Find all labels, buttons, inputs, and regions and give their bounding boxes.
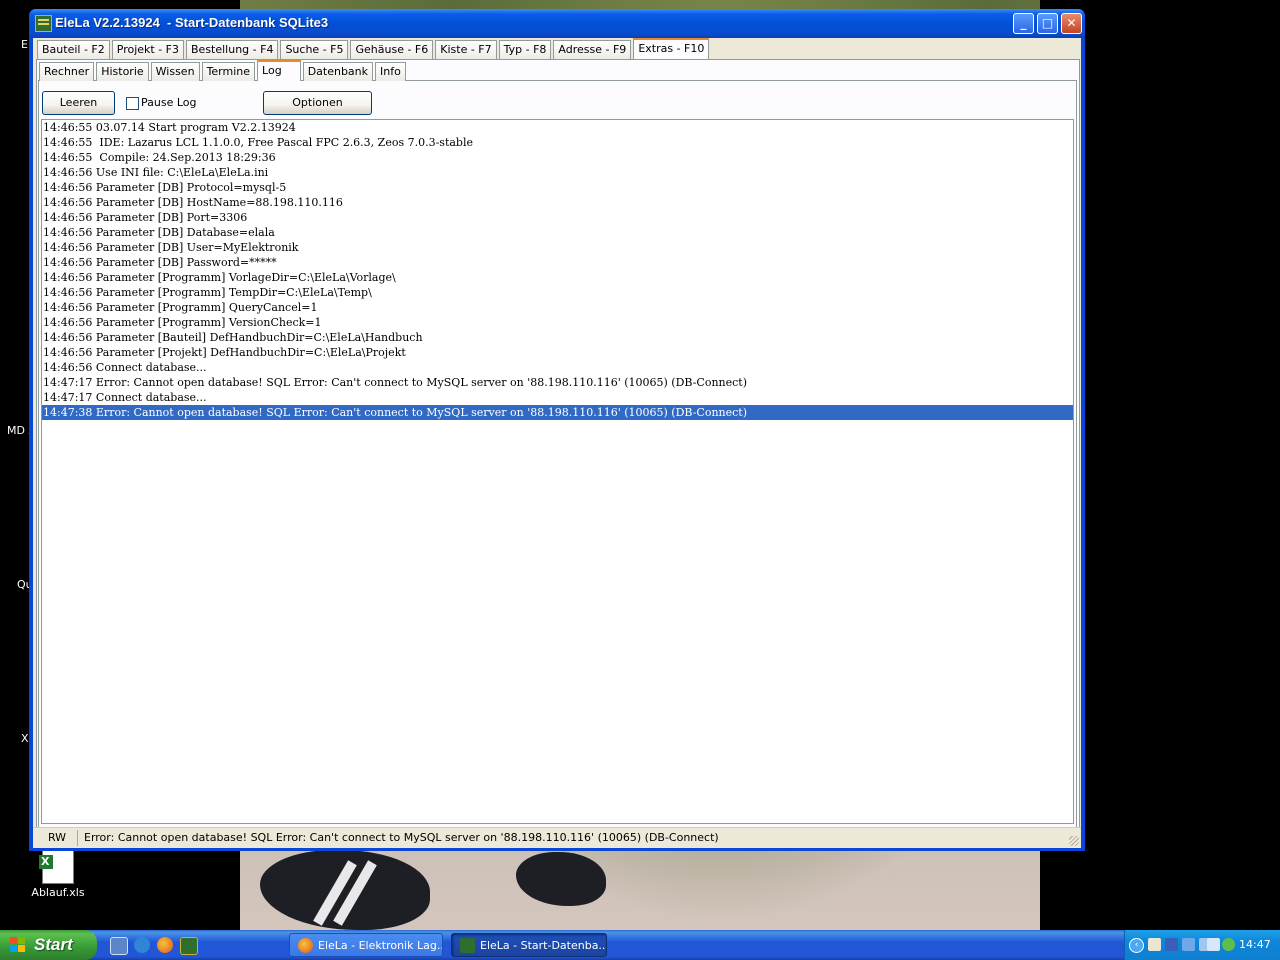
clock[interactable]: 14:47: [1239, 930, 1271, 960]
tab-log[interactable]: Log: [257, 60, 301, 81]
system-tray: ‹ 14:47: [1124, 930, 1280, 960]
tray-expand-icon[interactable]: ‹: [1129, 938, 1144, 953]
status-mode: RW: [37, 830, 78, 846]
log-line[interactable]: 14:46:56 Parameter [Projekt] DefHandbuch…: [42, 345, 1073, 360]
resize-grip[interactable]: [1069, 836, 1079, 846]
mail-tray-icon[interactable]: [1148, 938, 1161, 951]
window-client-area: Bauteil - F2 Projekt - F3 Bestellung - F…: [33, 38, 1081, 848]
user-tray-icon[interactable]: [1165, 938, 1178, 951]
tab-projekt[interactable]: Projekt - F3: [111, 40, 184, 59]
log-line[interactable]: 14:46:56 Use INI file: C:\EleLa\EleLa.in…: [42, 165, 1073, 180]
close-button[interactable]: ✕: [1061, 13, 1082, 34]
download-tray-icon[interactable]: [1182, 938, 1195, 951]
tab-bestellung[interactable]: Bestellung - F4: [186, 40, 279, 59]
tab-historie[interactable]: Historie: [96, 62, 149, 81]
tab-gehaeuse[interactable]: Gehäuse - F6: [350, 40, 434, 59]
tab-suche[interactable]: Suche - F5: [280, 40, 349, 59]
pause-log-checkbox[interactable]: [126, 97, 139, 110]
log-line[interactable]: 14:46:55 03.07.14 Start program V2.2.139…: [42, 120, 1073, 135]
maximize-button[interactable]: □: [1037, 13, 1058, 34]
start-button[interactable]: Start: [0, 930, 97, 960]
log-line[interactable]: 14:46:56 Parameter [Programm] TempDir=C:…: [42, 285, 1073, 300]
log-line[interactable]: 14:46:56 Parameter [Programm] QueryCance…: [42, 300, 1073, 315]
tab-info[interactable]: Info: [375, 62, 406, 81]
minimize-button[interactable]: _: [1013, 13, 1034, 34]
taskbar: Start EleLa - Elektronik Lag... EleLa - …: [0, 930, 1280, 960]
outlook-icon[interactable]: [110, 937, 128, 955]
taskbar-button-label: EleLa - Start-Datenba...: [480, 939, 607, 952]
log-line[interactable]: 14:47:17 Connect database...: [42, 390, 1073, 405]
main-tab-strip: Bauteil - F2 Projekt - F3 Bestellung - F…: [37, 38, 711, 59]
log-line[interactable]: 14:46:55 Compile: 24.Sep.2013 18:29:36: [42, 150, 1073, 165]
elela-icon[interactable]: [180, 937, 198, 955]
title-bar[interactable]: EleLa V2.2.13924 - Start-Datenbank SQLit…: [29, 9, 1085, 38]
log-line[interactable]: 14:46:56 Parameter [Programm] VersionChe…: [42, 315, 1073, 330]
log-line[interactable]: 14:46:55 IDE: Lazarus LCL 1.1.0.0, Free …: [42, 135, 1073, 150]
desktop-icon-label: Ablauf.xls: [31, 886, 85, 899]
log-line[interactable]: 14:46:56 Parameter [DB] Password=*****: [42, 255, 1073, 270]
tab-wissen[interactable]: Wissen: [150, 62, 200, 81]
tab-rechner[interactable]: Rechner: [39, 62, 95, 81]
log-line[interactable]: 14:47:17 Error: Cannot open database! SQ…: [42, 375, 1073, 390]
wallpaper-shoe-right: [516, 852, 606, 906]
log-line[interactable]: 14:46:56 Parameter [Programm] VorlageDir…: [42, 270, 1073, 285]
clear-log-button[interactable]: Leeren: [42, 91, 115, 115]
tab-kiste[interactable]: Kiste - F7: [435, 40, 497, 59]
desktop-label-fragment: E: [21, 38, 28, 51]
firefox-icon[interactable]: [157, 937, 173, 953]
firefox-icon: [298, 938, 313, 953]
tab-termine[interactable]: Termine: [201, 62, 256, 81]
window-title: EleLa V2.2.13924 - Start-Datenbank SQLit…: [55, 15, 329, 30]
status-bar: RW Error: Cannot open database! SQL Erro…: [33, 827, 1081, 848]
log-line[interactable]: 14:46:56 Parameter [Bauteil] DefHandbuch…: [42, 330, 1073, 345]
excel-file-icon: [39, 850, 74, 884]
desktop-label-fragment: X: [21, 732, 29, 745]
sub-tab-strip: Rechner Historie Wissen Termine Log Date…: [39, 60, 408, 81]
dropbox-tray-icon[interactable]: [1207, 938, 1220, 951]
log-line[interactable]: 14:47:38 Error: Cannot open database! SQ…: [42, 405, 1073, 420]
tab-extras[interactable]: Extras - F10: [633, 38, 710, 59]
elela-app-icon[interactable]: [35, 15, 52, 32]
app-window: EleLa V2.2.13924 - Start-Datenbank SQLit…: [29, 9, 1085, 851]
log-listbox[interactable]: 14:46:55 03.07.14 Start program V2.2.139…: [41, 119, 1074, 824]
taskbar-button-elela-app[interactable]: EleLa - Start-Datenba...: [451, 933, 607, 957]
tab-bauteil[interactable]: Bauteil - F2: [37, 40, 110, 59]
log-line[interactable]: 14:46:56 Parameter [DB] Protocol=mysql-5: [42, 180, 1073, 195]
pause-log-label: Pause Log: [141, 96, 197, 109]
tab-typ[interactable]: Typ - F8: [498, 40, 552, 59]
tab-adresse[interactable]: Adresse - F9: [553, 40, 632, 59]
tab-datenbank[interactable]: Datenbank: [302, 62, 374, 81]
ie-icon[interactable]: [134, 937, 150, 953]
taskbar-button-elela-web[interactable]: EleLa - Elektronik Lag...: [289, 933, 443, 957]
status-message: Error: Cannot open database! SQL Error: …: [84, 831, 719, 844]
log-line[interactable]: 14:46:56 Parameter [DB] User=MyElektroni…: [42, 240, 1073, 255]
log-line[interactable]: 14:46:56 Parameter [DB] HostName=88.198.…: [42, 195, 1073, 210]
taskbar-button-label: EleLa - Elektronik Lag...: [318, 939, 443, 952]
log-line[interactable]: 14:46:56 Parameter [DB] Port=3306: [42, 210, 1073, 225]
options-button[interactable]: Optionen: [263, 91, 372, 115]
start-label: Start: [34, 935, 73, 954]
elela-icon: [460, 938, 475, 953]
security-tray-icon[interactable]: [1222, 938, 1235, 951]
windows-logo-icon: [10, 937, 26, 953]
log-line[interactable]: 14:46:56 Connect database...: [42, 360, 1073, 375]
log-line[interactable]: 14:46:56 Parameter [DB] Database=elala: [42, 225, 1073, 240]
desktop-icon-ablauf-xls[interactable]: Ablauf.xls: [28, 850, 88, 899]
